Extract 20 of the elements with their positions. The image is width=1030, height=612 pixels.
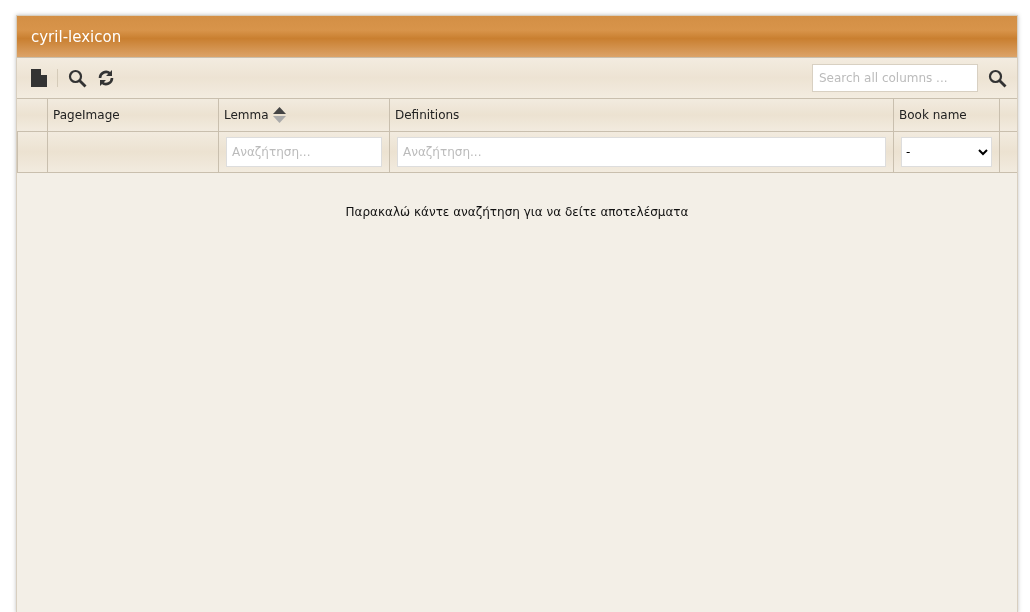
search-icon[interactable]: [68, 68, 87, 88]
filter-dropdown[interactable]: -: [901, 137, 992, 167]
column-header[interactable]: Book name: [893, 98, 999, 131]
column-label: Definitions: [395, 108, 460, 122]
window-title: cyril-lexicon: [17, 16, 1017, 57]
search-icon[interactable]: [988, 68, 1007, 88]
sort-icon[interactable]: [272, 106, 286, 124]
filter-field[interactable]: Αναζήτηση...: [397, 137, 886, 167]
column-label: Book name: [899, 108, 967, 122]
refresh-icon[interactable]: [97, 69, 115, 87]
filter-field[interactable]: Αναζήτηση...: [226, 137, 382, 167]
column-header[interactable]: Lemma: [218, 98, 389, 131]
column-header[interactable]: Definitions: [389, 98, 893, 131]
column-label: Lemma: [224, 108, 269, 122]
column-header[interactable]: PageImage: [47, 98, 218, 131]
search-field[interactable]: Search all columns ...: [812, 64, 978, 92]
column-label: PageImage: [53, 108, 120, 122]
empty-message: Παρακαλώ κάντε αναζήτηση για να δείτε αποτελέσματα: [344, 205, 690, 219]
new-document-icon[interactable]: [31, 69, 47, 87]
filter-cell: [17, 131, 47, 173]
